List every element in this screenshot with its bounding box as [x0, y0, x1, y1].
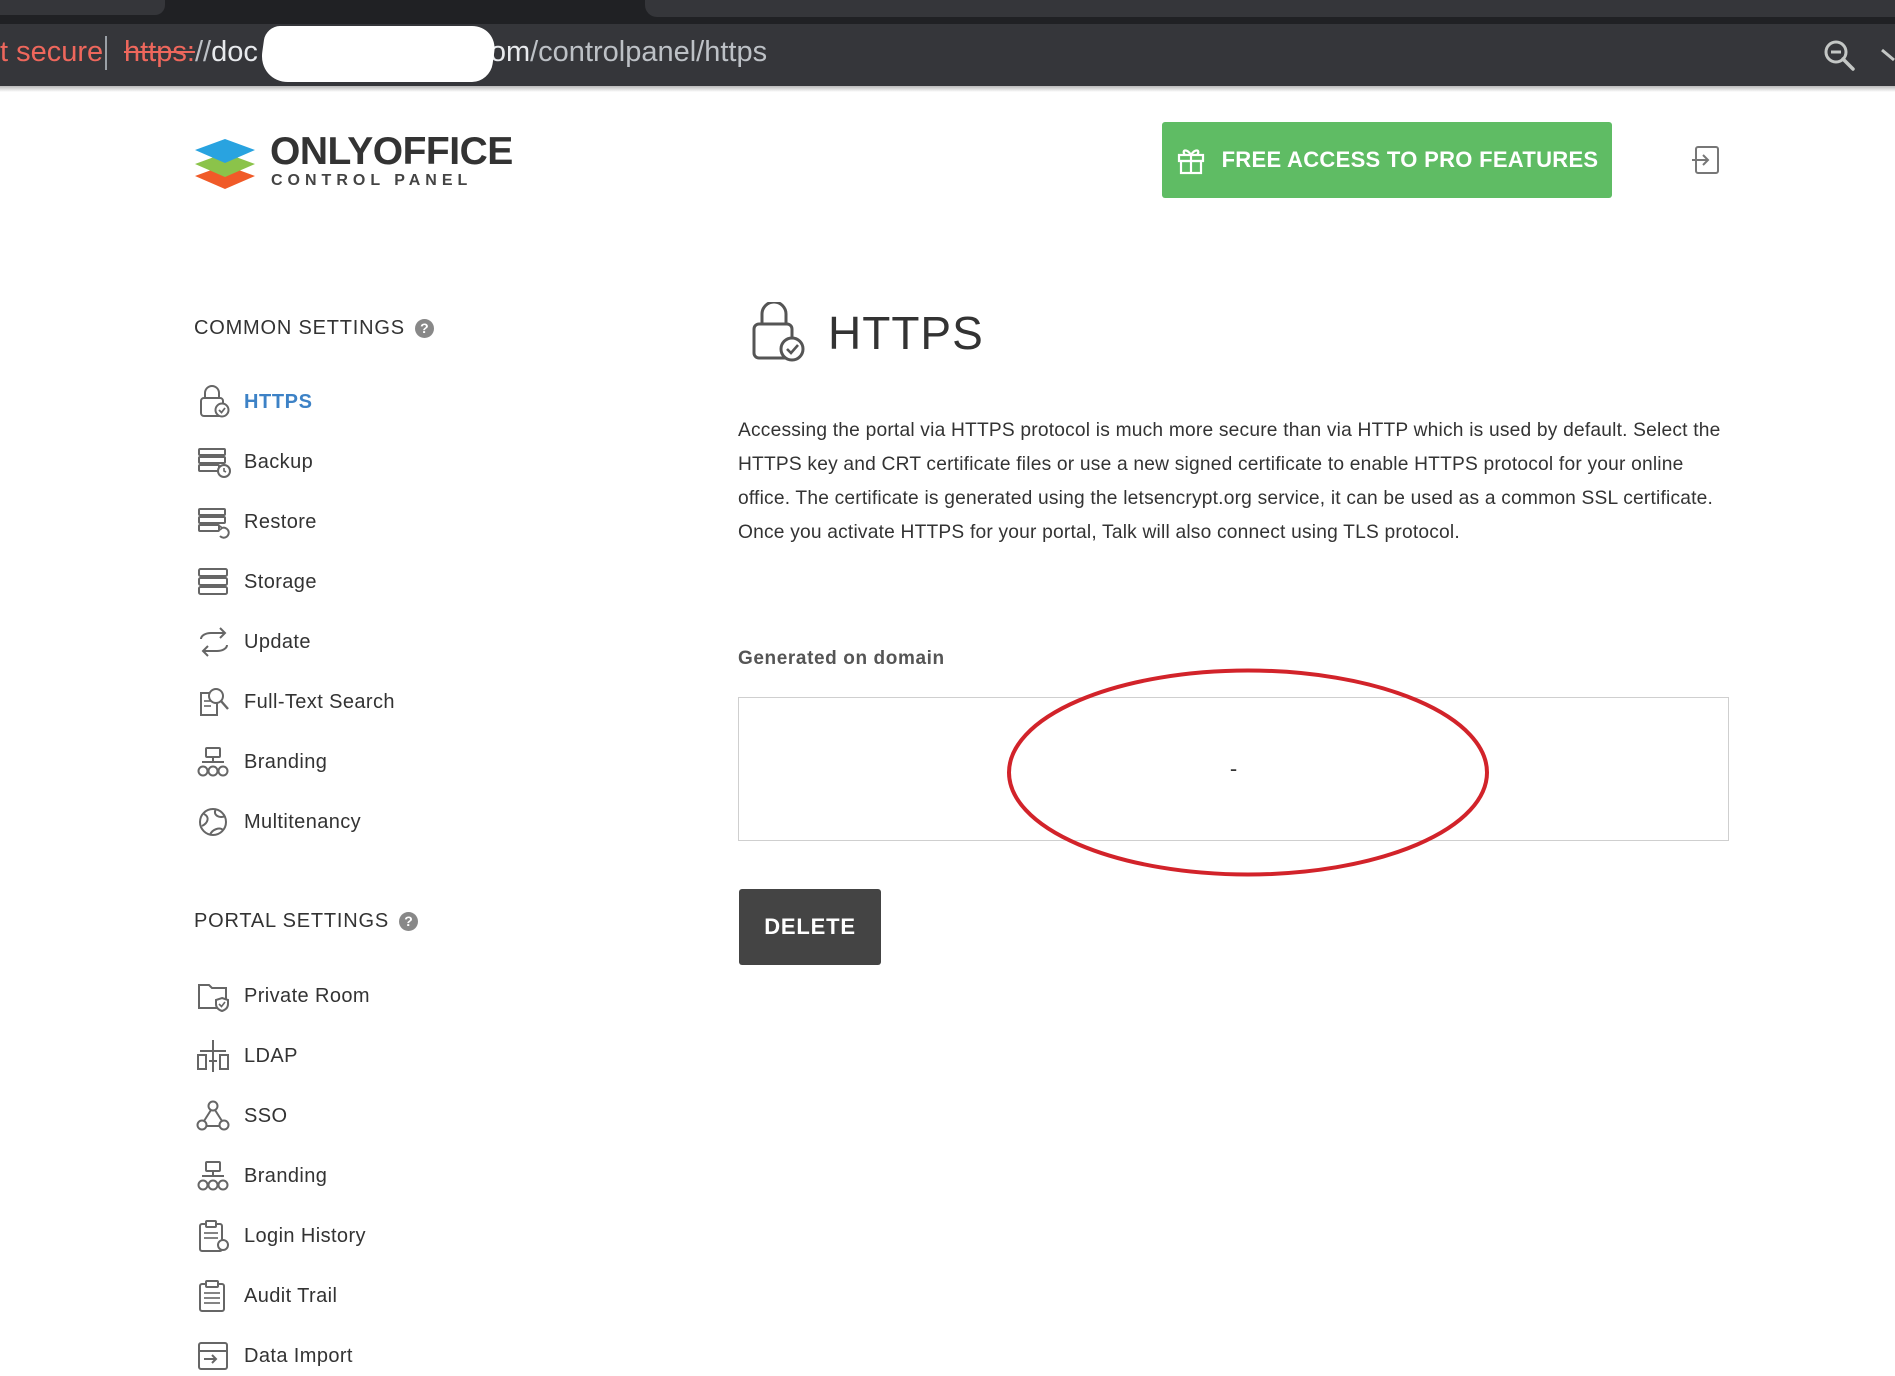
redaction-scribble — [258, 26, 498, 82]
logo-subtitle: CONTROL PANEL — [271, 172, 473, 189]
toolbar-shadow — [0, 86, 1895, 92]
sidebar-item-multitenancy[interactable]: Multitenancy — [196, 802, 361, 842]
url-path: /controlpanel/https — [530, 36, 768, 68]
backup-icon — [198, 448, 231, 478]
delete-button[interactable]: DELETE — [739, 889, 881, 965]
sidebar-item-label: Login History — [244, 1224, 366, 1247]
generated-on-domain-value: - — [1229, 756, 1238, 781]
url-scheme: https: — [124, 36, 195, 68]
generated-on-domain-field: - — [738, 697, 1729, 841]
sidebar-item-label: LDAP — [244, 1044, 298, 1067]
sidebar-item-label: Branding — [244, 1164, 328, 1187]
sidebar-item-label: Backup — [244, 450, 314, 473]
folder-shield-icon — [198, 984, 229, 1013]
browser-tab[interactable] — [0, 0, 165, 15]
branding-icon — [197, 747, 229, 777]
login-history-icon — [199, 1220, 229, 1252]
audit-trail-icon — [199, 1280, 225, 1312]
logout-icon[interactable] — [1690, 144, 1722, 176]
restore-icon — [198, 508, 230, 539]
sidebar-item-https[interactable]: HTTPS — [196, 382, 313, 422]
sidebar-item-label: Branding — [244, 750, 328, 773]
pro-button-label: FREE ACCESS TO PRO FEATURES — [1221, 147, 1599, 172]
sidebar-item-label: Restore — [244, 510, 317, 533]
gift-icon — [1177, 149, 1204, 175]
sidebar-item-login-history[interactable]: Login History — [196, 1216, 366, 1256]
sidebar-item-ldap[interactable]: LDAP — [196, 1036, 298, 1076]
chevron-down-icon[interactable] — [1880, 42, 1895, 66]
browser-tab[interactable] — [645, 0, 1895, 17]
lock-check-icon — [752, 302, 805, 362]
help-icon[interactable]: ? — [399, 912, 418, 931]
logo-name: ONLYOFFICE — [270, 130, 513, 173]
address-divider — [105, 36, 107, 70]
url-host-end: om — [489, 36, 531, 68]
sidebar-item-full-text-search[interactable]: Full-Text Search — [196, 682, 395, 722]
storage-icon — [198, 568, 228, 595]
sso-icon — [196, 1100, 230, 1131]
sidebar-item-branding[interactable]: Branding — [196, 742, 327, 782]
branding-icon — [197, 1161, 229, 1191]
sidebar-item-label: SSO — [244, 1104, 288, 1127]
browser-tab-strip — [0, 0, 1895, 24]
lock-check-icon — [200, 385, 230, 418]
browser-address-bar[interactable]: t secure https://doc om/controlpanel/http… — [0, 24, 1895, 86]
sidebar-item-label: Update — [244, 630, 311, 653]
portal-settings-label: PORTAL SETTINGS — [194, 910, 389, 932]
sidebar-item-label: Private Room — [244, 984, 370, 1007]
sidebar-item-label: Audit Trail — [244, 1284, 338, 1307]
sidebar-item-data-import[interactable]: Data Import — [196, 1336, 353, 1376]
free-pro-features-button[interactable]: FREE ACCESS TO PRO FEATURES — [1162, 122, 1612, 198]
zoom-icon[interactable] — [1822, 38, 1856, 72]
sidebar-item-branding-portal[interactable]: Branding — [196, 1156, 327, 1196]
update-icon — [200, 627, 228, 657]
page-title: HTTPS — [828, 307, 984, 359]
common-settings-title: COMMON SETTINGS ? — [194, 317, 434, 340]
common-settings-label: COMMON SETTINGS — [194, 317, 405, 339]
url-slashes: // — [194, 36, 212, 68]
sidebar-item-restore[interactable]: Restore — [196, 502, 317, 542]
https-description: Accessing the portal via HTTPS protocol … — [738, 420, 1721, 543]
sidebar-item-storage[interactable]: Storage — [196, 562, 317, 602]
onlyoffice-logo-icon[interactable] — [193, 133, 257, 191]
generated-on-domain-label: Generated on domain — [738, 648, 945, 669]
sidebar-item-label: HTTPS — [244, 390, 313, 413]
portal-settings-title: PORTAL SETTINGS ? — [194, 910, 418, 933]
sidebar-item-label: Data Import — [244, 1344, 353, 1367]
sidebar-item-label: Storage — [244, 570, 317, 593]
sidebar-item-audit-trail[interactable]: Audit Trail — [196, 1276, 337, 1316]
sidebar-item-update[interactable]: Update — [196, 622, 311, 662]
search-document-icon — [200, 688, 229, 716]
sidebar-item-label: Multitenancy — [244, 810, 362, 833]
sidebar-item-backup[interactable]: Backup — [196, 442, 313, 482]
sidebar-item-label: Full-Text Search — [244, 690, 395, 713]
sidebar-item-sso[interactable]: SSO — [196, 1096, 287, 1136]
url-host-start: doc — [211, 36, 258, 68]
ldap-icon — [197, 1040, 229, 1072]
globe-icon — [199, 808, 227, 836]
help-icon[interactable]: ? — [414, 319, 434, 338]
data-import-icon — [198, 1342, 228, 1370]
not-secure-label[interactable]: t secure — [0, 36, 103, 69]
sidebar-item-private-room[interactable]: Private Room — [196, 976, 370, 1016]
